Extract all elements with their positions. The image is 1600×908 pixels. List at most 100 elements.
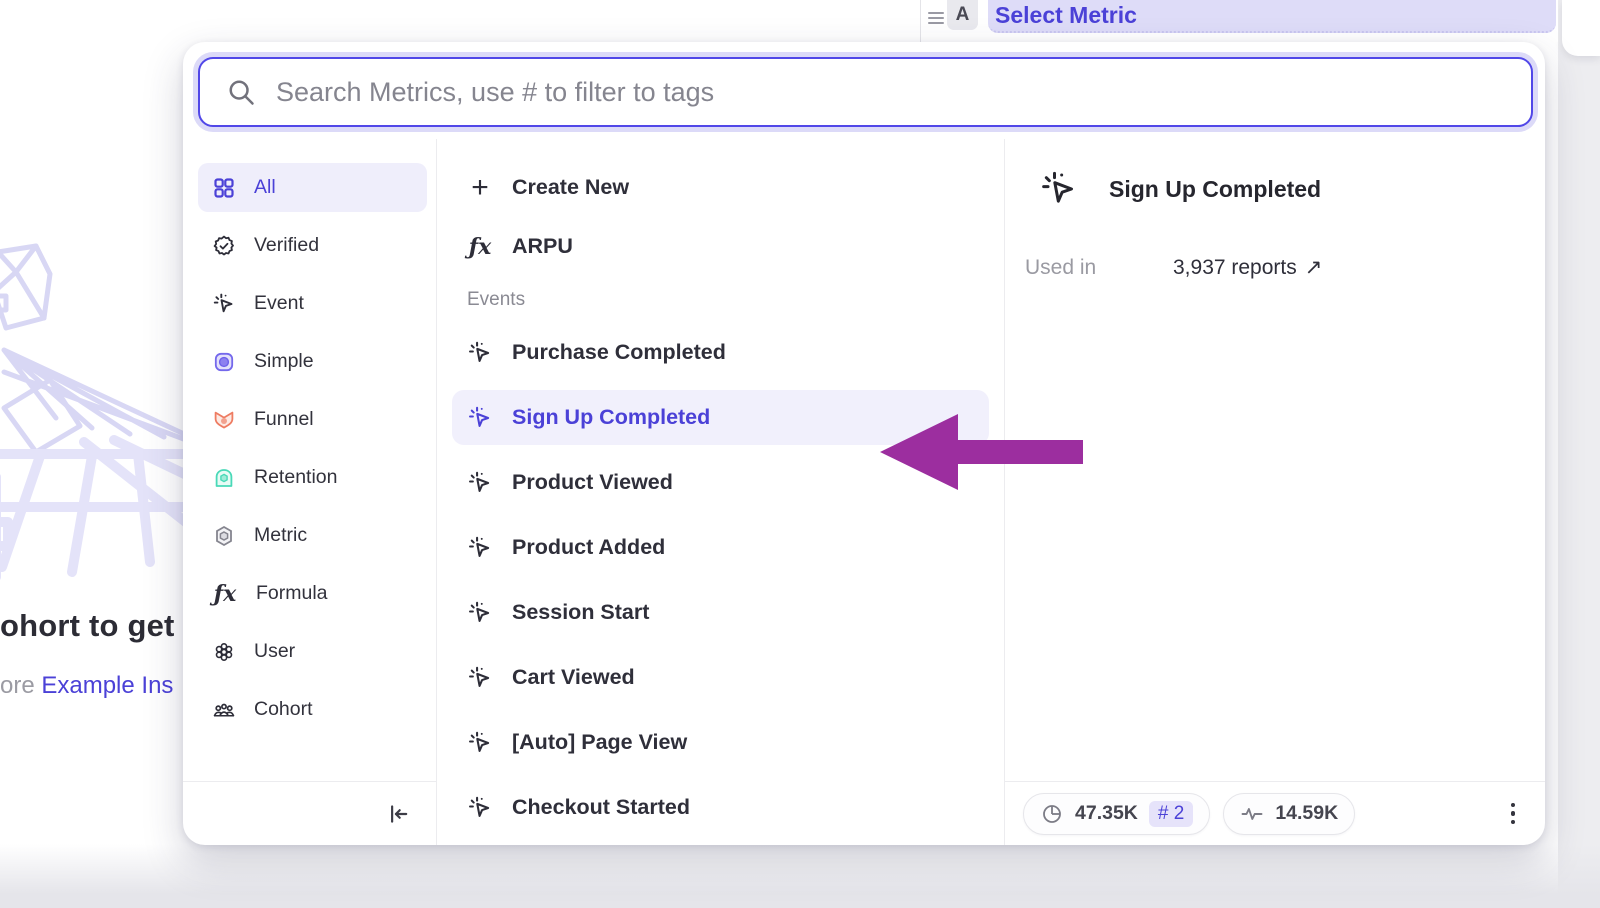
panel-divider [920,0,921,42]
select-metric-field[interactable]: Select Metric [988,0,1556,33]
event-list-item[interactable]: Cart Viewed [452,650,989,705]
metric-hexagon-icon [212,524,236,548]
decorative-wireframe-illustration [0,222,202,652]
event-list-item[interactable]: Purchase Completed [452,325,989,380]
event-list-item[interactable]: Session Start [452,585,989,640]
external-link-arrow-icon: ↗ [1305,255,1323,280]
secondary-count-chip[interactable]: 14.59K [1223,793,1355,835]
formula-fx-icon: ƒx [212,581,238,607]
event-cursor-icon [467,600,493,626]
create-new-button[interactable]: + Create New [452,163,989,212]
sidebar-item-label: Cohort [254,698,313,721]
detail-footer: 47.35K # 2 14.59K [1005,781,1545,845]
sidebar-item-user[interactable]: User [198,627,427,676]
event-list-item-label: Checkout Started [512,795,690,820]
event-cursor-icon [467,665,493,691]
cohort-people-icon [212,698,236,722]
create-new-label: Create New [512,175,629,200]
user-cluster-icon [212,640,236,664]
sidebar-item-label: Metric [254,524,307,547]
funnel-icon [212,408,236,432]
pie-chart-icon [1040,802,1064,826]
search-icon [226,77,256,107]
background-link-prefix: ore [0,672,41,699]
event-cursor-icon [467,730,493,756]
sidebar-item-all[interactable]: All [198,163,427,212]
collapse-sidebar-icon[interactable] [380,797,414,831]
total-count-value: 47.35K [1075,802,1138,825]
background-panel-corner [1562,0,1600,56]
drag-handle-icon[interactable] [928,12,944,27]
detail-title: Sign Up Completed [1109,176,1321,203]
event-list-item-label: Cart Viewed [512,665,635,690]
sidebar-item-label: Verified [254,234,319,257]
event-cursor-icon [212,292,236,316]
dialog-content: All Verified Event [183,139,1545,845]
event-list-item[interactable]: [Auto] Page View [452,715,989,770]
select-metric-label: Select Metric [988,2,1137,29]
metric-picker-dialog: All Verified Event [183,42,1545,845]
metric-detail-panel: Sign Up Completed Used in 3,937 reports … [1005,139,1545,845]
metric-block-letter-badge: A [947,0,978,30]
sidebar-item-label: User [254,640,295,663]
example-insights-link[interactable]: Example Ins [41,672,173,699]
page-right-gutter [1558,0,1600,908]
metric-search-bar[interactable] [198,57,1533,127]
total-count-chip[interactable]: 47.35K # 2 [1023,793,1210,835]
events-list: Purchase Completed Sign Up Completed [452,325,989,835]
sidebar-item-cohort[interactable]: Cohort [198,685,427,734]
formula-item-arpu[interactable]: ƒx ARPU [452,222,989,271]
retention-icon [212,466,236,490]
sidebar-item-formula[interactable]: ƒx Formula [198,569,427,618]
event-cursor-icon [467,405,493,431]
secondary-count-value: 14.59K [1275,802,1338,825]
background-headline-fragment: ohort to get s [0,608,201,644]
sidebar-item-label: Simple [254,350,314,373]
event-list-item-label: Session Start [512,600,649,625]
event-list-item-label: Purchase Completed [512,340,726,365]
sidebar-item-label: Formula [256,582,328,605]
metric-type-sidebar: All Verified Event [183,139,437,845]
plus-icon: + [467,176,493,200]
event-cursor-icon [467,535,493,561]
sidebar-item-label: Event [254,292,304,315]
events-section-label: Events [467,289,989,311]
rank-badge: # 2 [1149,801,1193,827]
formula-item-label: ARPU [512,234,573,259]
simple-metric-icon [212,350,236,374]
sidebar-item-metric[interactable]: Metric [198,511,427,560]
sidebar-item-event[interactable]: Event [198,279,427,328]
verified-badge-icon [212,234,236,258]
page-bottom-fade [0,844,1600,908]
activity-pulse-icon [1240,802,1264,826]
event-list-item-label: Product Added [512,535,665,560]
sidebar-item-retention[interactable]: Retention [198,453,427,502]
sidebar-item-label: Retention [254,466,337,489]
sidebar-item-funnel[interactable]: Funnel [198,395,427,444]
event-cursor-icon [1039,169,1079,209]
event-list-item[interactable]: Product Added [452,520,989,575]
used-in-label: Used in [1025,256,1173,280]
event-list-item[interactable]: Checkout Started [452,780,989,835]
annotation-arrow [878,411,1083,493]
sidebar-item-label: All [254,176,276,199]
sidebar-item-simple[interactable]: Simple [198,337,427,386]
more-options-kebab-icon[interactable] [1503,795,1524,833]
background-link-line: ore Example Ins [0,672,173,700]
sidebar-footer [183,781,436,845]
formula-fx-icon: ƒx [467,234,493,260]
event-list-item-label: [Auto] Page View [512,730,687,755]
usage-row: Used in 3,937 reports ↗ [1005,255,1545,280]
sidebar-item-label: Funnel [254,408,314,431]
metric-block-header: A Select Metric [0,0,1558,42]
event-cursor-icon [467,795,493,821]
reports-link[interactable]: 3,937 reports ↗ [1173,255,1322,280]
event-list-item-label: Sign Up Completed [512,405,710,430]
sidebar-item-verified[interactable]: Verified [198,221,427,270]
event-list-item-label: Product Viewed [512,470,673,495]
detail-header: Sign Up Completed [1005,169,1545,209]
event-cursor-icon [467,470,493,496]
reports-link-text: 3,937 reports [1173,256,1297,280]
event-cursor-icon [467,340,493,366]
search-input[interactable] [276,77,1505,108]
